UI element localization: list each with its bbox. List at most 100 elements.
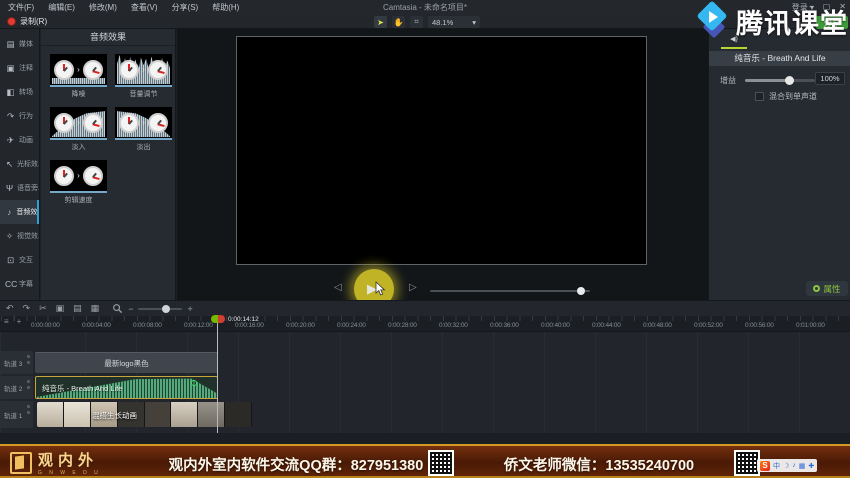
menu-item[interactable]: 帮助(H) [212,2,239,13]
visual-effects-icon: ✧ [5,231,14,242]
track-toggle-icons[interactable] [27,380,30,389]
ime-keyboard-icon[interactable]: ▦ [799,462,806,470]
gnw-logo-text: 观内外 [38,449,101,470]
timeline-ruler[interactable]: 0:00:00:000:00:04:000:00:08:000:00:12:00… [0,316,850,332]
sidebar-item-label: 视觉效... [17,231,39,241]
view-tool-button[interactable]: ⌗ [410,16,423,28]
track-name: 轨道 2 [4,383,22,393]
record-button[interactable]: 录制(R) [7,16,47,27]
track-toggle-icons[interactable] [27,355,30,364]
step-forward-button[interactable]: ▷ [409,282,417,293]
transitions-icon: ◧ [5,87,16,98]
ime-mic-icon[interactable]: ♪ [792,462,796,469]
sogou-logo-icon[interactable]: S [760,461,770,471]
clip-title: 纯音乐 - Breath And Life [709,51,850,66]
timeline-zoom-out-button[interactable]: − [128,304,133,314]
step-back-button[interactable]: ◁ [334,282,342,293]
sidebar-item[interactable]: ✈ 动画 [0,128,39,152]
effect-thumbnail: › [50,54,107,87]
window-controls: – ▢ ✕ [809,2,846,11]
gain-value[interactable]: 100% [815,72,845,85]
window-control[interactable]: ✕ [839,2,846,11]
title-bar: 文件(F)编辑(E)修改(M)查看(V)分享(S)帮助(H) Camtasia … [0,0,850,15]
menu-item[interactable]: 查看(V) [131,2,158,13]
preview-scrubber[interactable] [430,290,590,292]
sidebar-item[interactable]: ↷ 行为 [0,104,39,128]
fade-handle[interactable] [191,380,197,386]
track-header[interactable]: 轨道 3 [0,351,33,374]
scrubber-handle[interactable] [577,287,585,295]
ime-lang-icon[interactable]: 中 [773,461,780,471]
sidebar-item[interactable]: ✧ 视觉效... [0,224,39,248]
effect-card[interactable]: › 淡入 [50,107,107,152]
split-icon[interactable]: ▦ [91,303,100,314]
sidebar-item[interactable]: ⊡ 交互 [0,248,39,272]
effect-card[interactable]: › 剪辑速度 [50,160,107,205]
view-tool-button[interactable]: ✋ [392,16,405,28]
canvas-zoom-value: 48.1% [432,18,453,27]
cut-icon[interactable]: ✂ [39,303,47,314]
window-control[interactable]: ▢ [823,2,831,11]
timeline-zoom-handle[interactable] [162,305,170,313]
menu-bar: 文件(F) 编辑(E) 修改(M) 查看(V) 分享(S) 帮助(H) [0,2,239,13]
sidebar-item[interactable]: ▤ 媒体 [0,32,39,56]
timeline-zoom-slider[interactable] [138,308,182,310]
logo-clip[interactable]: 最新logo黑色 [35,352,218,373]
menu-item[interactable]: 分享(S) [172,2,199,13]
sidebar-item[interactable]: ♪ 音频效... [0,200,39,224]
sidebar-item[interactable]: ◧ 转场 [0,80,39,104]
ime-moon-icon[interactable]: ☽ [783,462,789,470]
video-clip[interactable]: 混搭生长动画 [37,402,252,427]
properties-toggle-button[interactable]: 属性 [806,281,848,296]
ruler-time-label: 0:00:28:00 [388,322,417,329]
effects-grid: › 降噪 › 音量调节 [41,46,175,205]
audio-effects-icon: ♪ [5,207,13,217]
canvas-zoom-dropdown[interactable]: 48.1% ▾ [428,16,480,28]
undo-icon[interactable]: ↶ [6,303,14,314]
menu-item[interactable]: 修改(M) [89,2,117,13]
sidebar-item-label: 光标效... [17,159,39,169]
sogou-ime-toolbar[interactable]: S 中☽♪▦✚ [757,459,817,472]
track-header[interactable]: 轨道 2 [0,376,33,399]
track-options-icon[interactable]: ≡ [4,317,9,326]
playhead-line[interactable] [217,323,218,433]
sidebar-item[interactable]: Ψ 语音旁... [0,176,39,200]
preview-stage[interactable] [236,36,647,265]
crop-tool-icon: ⌗ [414,17,419,27]
effect-card[interactable]: › 淡出 [115,107,172,152]
wechat-text: 侨文老师微信：13535240700 [468,454,730,475]
sidebar-item-label: 注释 [19,63,33,73]
gain-slider-handle[interactable] [785,76,794,85]
view-tool-button[interactable]: ➤ [374,16,387,28]
chevron-down-icon: ▾ [472,18,476,27]
track-header[interactable]: 轨道 1 [0,401,33,428]
audio-clip-selected[interactable]: 纯音乐 - Breath And Life [35,376,218,399]
sidebar-item[interactable]: CC 字幕 [0,272,39,296]
video-thumbnail [198,402,225,427]
clip-label: 混搭生长动画 [92,410,137,421]
add-track-button[interactable]: + [17,317,22,326]
timeline-zoom-in-button[interactable]: + [187,304,192,314]
share-button[interactable]: 分享 [816,16,848,29]
paste-icon[interactable]: ▤ [73,303,82,314]
playhead-handle[interactable] [211,315,225,323]
track-toggle-icons[interactable] [27,405,30,414]
gain-slider[interactable] [745,79,815,82]
redo-icon[interactable]: ↷ [23,303,31,314]
effect-card[interactable]: › 降噪 [50,54,107,99]
menu-item[interactable]: 文件(F) [8,2,34,13]
copy-icon[interactable]: ▣ [56,303,65,314]
sidebar-item[interactable]: ↖ 光标效... [0,152,39,176]
mix-to-mono-checkbox[interactable] [755,92,764,101]
ruler-time-label: 0:00:40:00 [541,322,570,329]
clock-speed-graphic: › [115,54,172,85]
ruler-time-label: 0:00:00:00 [31,322,60,329]
effect-card[interactable]: › 音量调节 [115,54,172,99]
window-control[interactable]: – [809,2,813,11]
ruler-time-label: 0:00:16:00 [235,322,264,329]
audio-tab[interactable]: ◀) [721,33,747,49]
sidebar-item[interactable]: ▣ 注释 [0,56,39,80]
menu-item[interactable]: 编辑(E) [48,2,75,13]
sidebar-item-label: 音频效... [16,207,37,217]
ime-toolbox-icon[interactable]: ✚ [808,462,814,470]
